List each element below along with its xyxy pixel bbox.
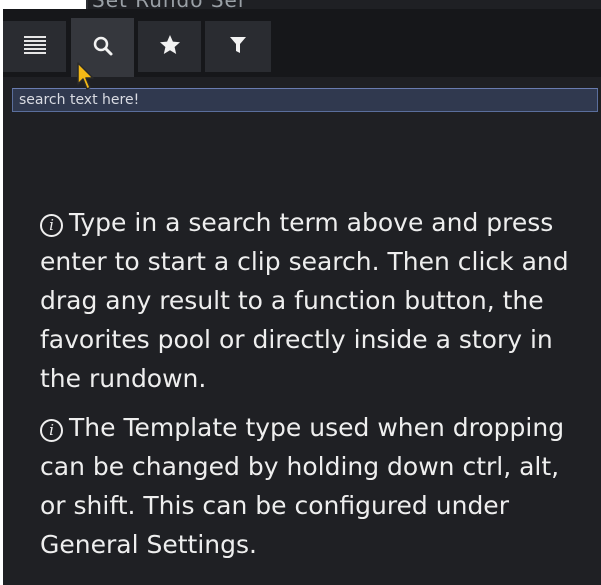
list-icon [23,35,46,58]
help-text: i Type in a search term above and press e… [40,203,588,574]
mouse-cursor-icon [77,62,94,90]
help-text-2: The Template type used when dropping can… [40,413,565,559]
filter-button[interactable] [205,21,271,72]
search-input[interactable] [13,89,597,111]
help-paragraph-2: i The Template type used when dropping ca… [40,408,588,564]
clip-search-panel: iType in a search term above and press e… [3,9,601,585]
filter-icon [229,35,247,59]
star-icon [158,33,182,61]
list-view-button[interactable] [3,21,66,72]
info-icon: i [40,214,63,237]
help-paragraph-1: i Type in a search term above and press e… [40,203,588,398]
info-icon: i [40,419,63,442]
favorites-button[interactable] [138,21,201,72]
help-text-1: Type in a search term above and press en… [40,208,569,393]
panel-title-partial: Set Rundo Sei [92,0,244,9]
previous-panel-sliver: Set Rundo Sei [0,0,601,9]
search-icon [92,35,114,61]
search-field[interactable] [12,88,598,112]
